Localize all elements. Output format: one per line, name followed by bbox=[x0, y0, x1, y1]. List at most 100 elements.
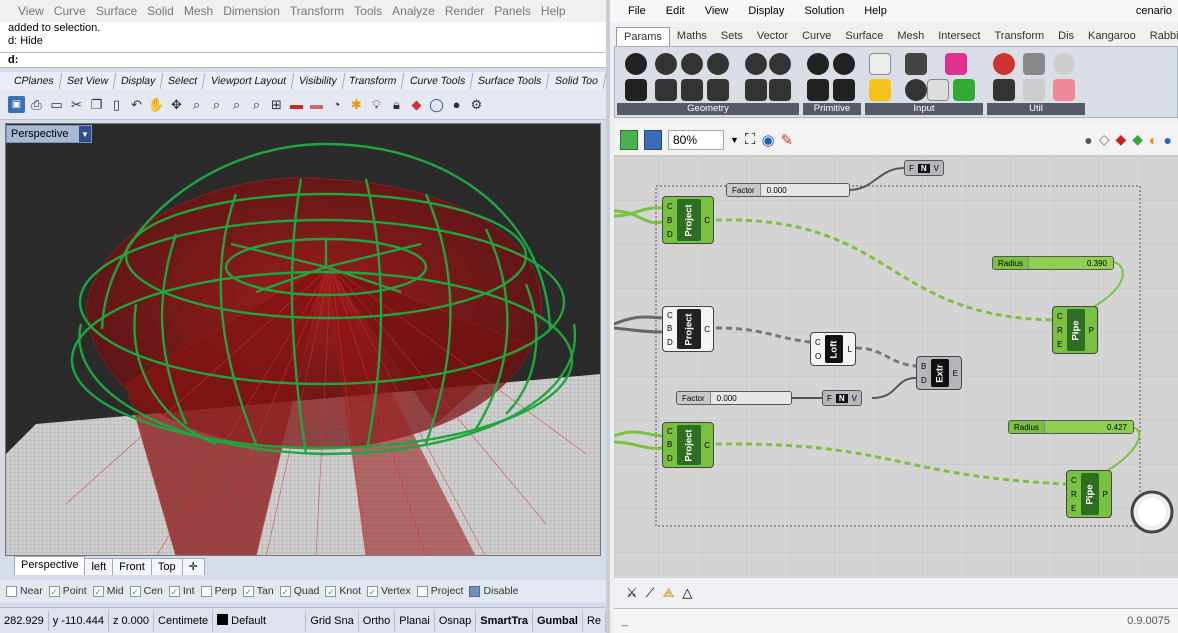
print-icon[interactable]: ⎙ bbox=[28, 96, 45, 113]
point-icon[interactable] bbox=[655, 53, 677, 75]
grid-snap-toggle[interactable]: Grid Sna bbox=[306, 610, 359, 631]
osnap-checkbox[interactable]: ✓ bbox=[92, 585, 104, 597]
osnap-toggle[interactable]: Osnap bbox=[435, 610, 477, 631]
preview-eye-icon[interactable]: ◉ bbox=[761, 131, 774, 149]
project-component[interactable]: CBD Project C bbox=[662, 196, 714, 244]
viewport-title[interactable]: Perspective ▼ bbox=[6, 125, 92, 143]
rhino-menu-item[interactable]: Panels bbox=[494, 4, 531, 18]
osnap-checkbox[interactable]: ✓ bbox=[129, 585, 141, 597]
command-line[interactable]: d: bbox=[0, 52, 606, 68]
osnap-checkbox[interactable] bbox=[469, 585, 481, 597]
gh-menu-item[interactable]: Help bbox=[864, 5, 887, 17]
display-mode-icon[interactable]: ● bbox=[1164, 132, 1172, 148]
osnap-option[interactable]: Project bbox=[416, 585, 463, 597]
osnap-checkbox[interactable]: ✓ bbox=[168, 585, 180, 597]
zoom-extents-icon[interactable]: ⌕ bbox=[228, 96, 245, 113]
ortho-toggle[interactable]: Ortho bbox=[359, 610, 396, 631]
color-icon[interactable] bbox=[1053, 53, 1075, 75]
text-icon[interactable] bbox=[833, 79, 855, 101]
add-viewport-icon[interactable]: ✛ bbox=[181, 558, 205, 575]
gh-tab[interactable]: Surface bbox=[838, 27, 890, 46]
plane-xy-icon[interactable]: ⟁ bbox=[663, 585, 675, 601]
osnap-checkbox[interactable] bbox=[200, 585, 212, 597]
osnap-option[interactable]: ✓ Mid bbox=[92, 585, 124, 597]
field-param-icon[interactable] bbox=[769, 79, 791, 101]
rhino-menu-item[interactable]: Tools bbox=[354, 4, 382, 18]
gh-menu-item[interactable]: Display bbox=[748, 5, 784, 17]
osnap-option[interactable]: ✓ Knot bbox=[325, 585, 361, 597]
units[interactable]: Centimete bbox=[154, 610, 214, 631]
zoom-extents-icon[interactable]: ⛶ bbox=[745, 131, 756, 148]
loft-component[interactable]: CO Loft L bbox=[810, 332, 856, 366]
osnap-option[interactable]: Near bbox=[6, 585, 43, 597]
vector-icon[interactable] bbox=[681, 53, 703, 75]
gh-tab[interactable]: Sets bbox=[714, 27, 750, 46]
car-icon[interactable]: ▬ bbox=[288, 96, 305, 113]
radius-slider[interactable]: Radius 0.390 bbox=[992, 256, 1114, 270]
flask-icon[interactable] bbox=[1053, 79, 1075, 101]
osnap-icon[interactable]: ✱ bbox=[348, 96, 365, 113]
smarttrack-toggle[interactable]: SmartTra bbox=[476, 610, 533, 631]
rhino-menu-item[interactable]: Dimension bbox=[223, 4, 280, 18]
boolean-icon[interactable] bbox=[807, 53, 829, 75]
viewport-tab[interactable]: left bbox=[84, 558, 114, 575]
gh-tab[interactable]: Vector bbox=[750, 27, 795, 46]
pan-icon[interactable]: ✋ bbox=[148, 96, 165, 113]
sphere-icon[interactable]: ● bbox=[448, 96, 465, 113]
current-layer[interactable]: Default bbox=[213, 610, 307, 631]
osnap-option[interactable]: ✓ Cen bbox=[129, 585, 163, 597]
light-icon[interactable]: 💡︎ bbox=[368, 96, 385, 113]
project-component[interactable]: CBD Project C bbox=[662, 422, 714, 468]
axis-x-icon[interactable]: ⚔ bbox=[626, 585, 638, 601]
surface-param-icon[interactable] bbox=[655, 79, 677, 101]
gh-menu-item[interactable]: Edit bbox=[666, 5, 685, 17]
preview-selected-icon[interactable]: ◆ bbox=[1132, 131, 1143, 148]
paste-icon[interactable]: ▯ bbox=[108, 96, 125, 113]
axis-z-icon[interactable]: ⟋ bbox=[646, 585, 655, 601]
pipe-component[interactable]: CRE Pipe P bbox=[1052, 306, 1098, 354]
osnap-checkbox[interactable]: ✓ bbox=[279, 585, 291, 597]
toolbar-tab[interactable]: CPlanes bbox=[6, 73, 63, 89]
rhino-menu-item[interactable]: Mesh bbox=[184, 4, 213, 18]
viewport-tab[interactable]: Top bbox=[150, 558, 183, 575]
rhino-menu-item[interactable]: View bbox=[18, 4, 44, 18]
tree-icon[interactable] bbox=[993, 79, 1015, 101]
osnap-checkbox[interactable] bbox=[6, 585, 17, 597]
button-icon[interactable] bbox=[905, 79, 927, 101]
project-component[interactable]: CBD Project C bbox=[662, 306, 714, 352]
rhino-menu-item[interactable]: Render bbox=[445, 4, 484, 18]
osnap-option[interactable]: ✓ Tan bbox=[242, 585, 274, 597]
toolbar-tab[interactable]: Surface Tools bbox=[470, 73, 550, 89]
osnap-option[interactable]: Perp bbox=[200, 585, 237, 597]
render-car-icon[interactable]: ▬ bbox=[308, 96, 325, 113]
toolbar-tab[interactable]: Set View bbox=[59, 73, 117, 89]
undo-icon[interactable]: ↶ bbox=[128, 96, 145, 113]
record-history-toggle[interactable]: Re bbox=[583, 610, 606, 631]
gradient-icon[interactable] bbox=[945, 53, 967, 75]
cherry-picker-icon[interactable] bbox=[993, 53, 1015, 75]
gh-tab[interactable]: Kangaroo bbox=[1081, 27, 1143, 46]
fzv-component[interactable]: F N V bbox=[822, 390, 863, 406]
viewport-tab[interactable]: Front bbox=[112, 558, 152, 575]
gh-menu-item[interactable]: View bbox=[705, 5, 729, 17]
osnap-option[interactable]: ✓ Int bbox=[168, 585, 195, 597]
osnap-checkbox[interactable]: ✓ bbox=[325, 585, 337, 597]
slider-value[interactable]: 0.390 bbox=[1028, 257, 1113, 269]
options-icon[interactable]: ⚙ bbox=[468, 96, 485, 113]
zoom-window-icon[interactable]: ⌕ bbox=[208, 96, 225, 113]
osnap-checkbox[interactable]: ✓ bbox=[367, 585, 378, 597]
image-sampler-icon[interactable] bbox=[953, 79, 975, 101]
zoom-icon[interactable]: ⌕ bbox=[188, 96, 205, 113]
toolbar-tab[interactable]: Display bbox=[113, 73, 164, 89]
rhino-menu-item[interactable]: Surface bbox=[96, 4, 137, 18]
preview-quality-icon[interactable]: ◐ bbox=[1149, 132, 1157, 148]
value-list-icon[interactable] bbox=[927, 79, 949, 101]
save-icon[interactable]: ▣ bbox=[8, 96, 25, 113]
gh-tab[interactable]: Rabbit bbox=[1143, 27, 1178, 46]
rhino-menu-item[interactable]: Solid bbox=[147, 4, 174, 18]
radius-slider[interactable]: Radius 0.427 bbox=[1008, 420, 1134, 434]
viewport-tab[interactable]: Perspective bbox=[14, 556, 86, 575]
preview-wire-icon[interactable]: ◇ bbox=[1099, 131, 1110, 148]
preview-shaded-icon[interactable]: ◆ bbox=[1116, 131, 1127, 148]
lock-icon[interactable]: 🔒︎ bbox=[388, 96, 405, 113]
